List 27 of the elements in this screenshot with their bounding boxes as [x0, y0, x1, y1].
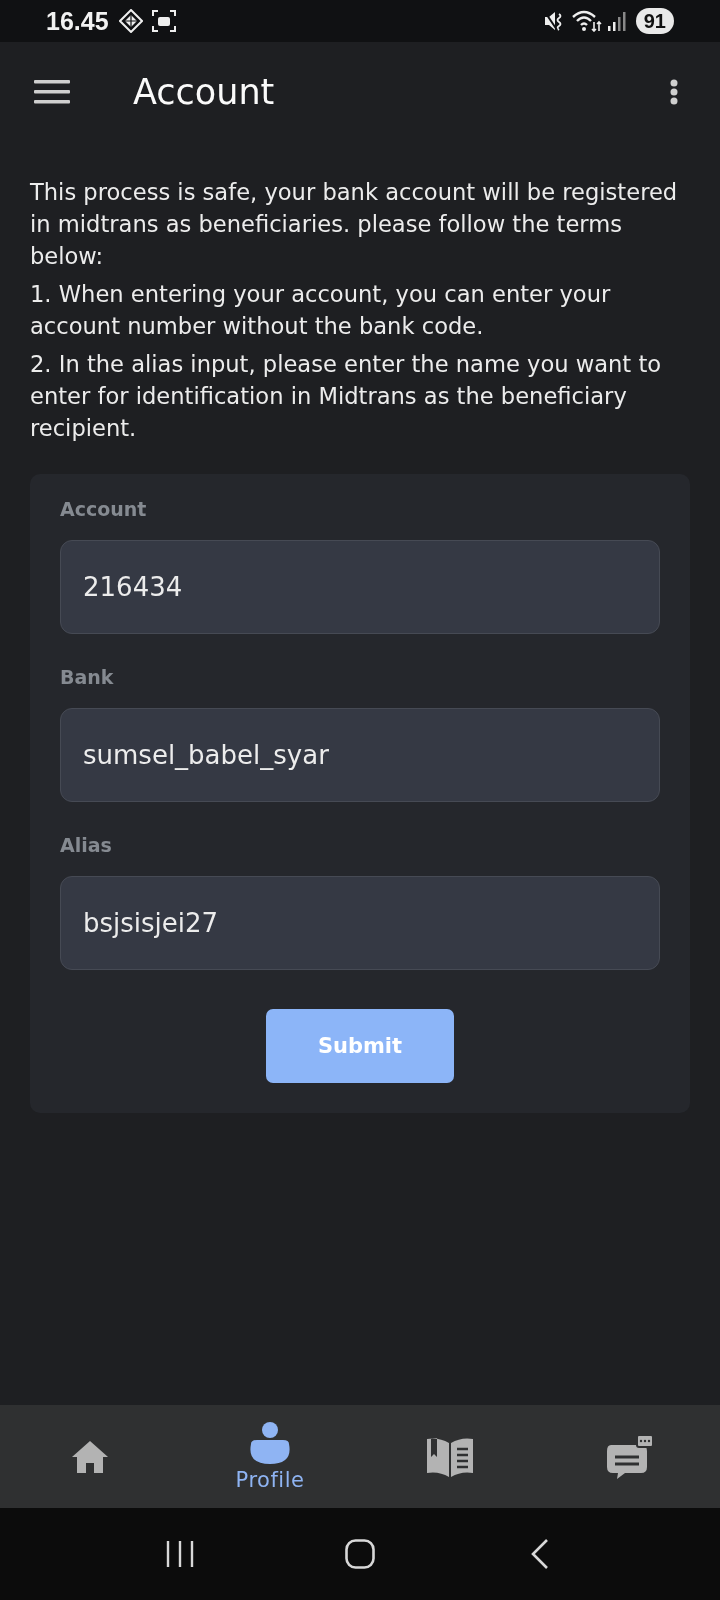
person-icon [247, 1421, 293, 1464]
recents-icon[interactable] [166, 1540, 194, 1568]
menu-icon [34, 80, 70, 104]
term-item: 2. In the alias input, please enter the name you want to enter for identification in Midtrans as the beneficiary recipient. [30, 350, 663, 443]
battery-level: 91 [635, 8, 674, 34]
menu-button[interactable] [34, 80, 70, 104]
page-title: Account [133, 72, 275, 112]
screenshot-icon [151, 10, 176, 32]
input-field[interactable]: sumsel_babel_syar [60, 708, 660, 802]
wifi-icon [571, 10, 602, 32]
intro-text: This process is safe, your bank account will be registered in midtrans as beneficiaries. please follow the terms below: [30, 178, 679, 271]
input-field[interactable]: 216434 [60, 540, 660, 634]
field-label: Account [60, 497, 147, 522]
term-item: 1. When entering your account, you can enter your account number without the bank code. [30, 280, 612, 341]
home-icon [72, 1440, 108, 1473]
field-label: Alias [60, 833, 112, 858]
input-field[interactable]: bsjsisjei27 [60, 876, 660, 970]
chat-icon [607, 1434, 653, 1479]
field-label: Bank [60, 665, 114, 690]
back-icon[interactable] [531, 1539, 549, 1569]
more-options-button[interactable] [670, 79, 678, 105]
signal-icon [607, 11, 626, 31]
diamond-grid-icon [118, 9, 143, 33]
book-icon [427, 1436, 473, 1477]
home-button-icon[interactable] [345, 1539, 375, 1569]
status-time: 16.45 [46, 6, 109, 36]
more-vert-icon [670, 79, 678, 105]
